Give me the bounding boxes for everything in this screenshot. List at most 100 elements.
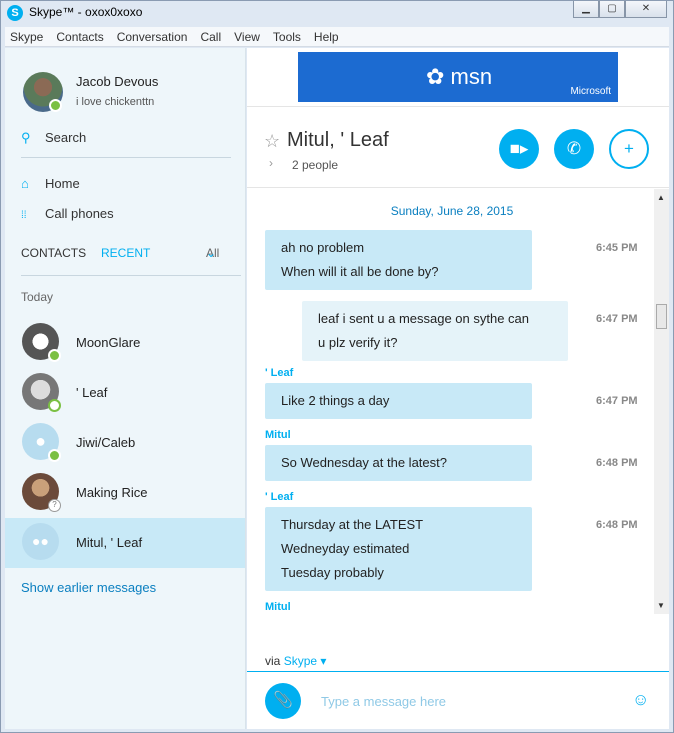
message-bubble[interactable]: Thursday at the LATEST Wedneyday estimat… <box>265 507 532 591</box>
msn-logo-text: msn <box>450 64 493 89</box>
participants-count[interactable]: 2 people <box>292 158 338 172</box>
attach-button[interactable]: 📎 <box>265 683 301 719</box>
message-text: u plz verify it? <box>318 335 398 350</box>
contact-item-making-rice[interactable]: ? Making Rice <box>5 468 245 518</box>
contact-name: ' Leaf <box>76 385 108 400</box>
menu-view[interactable]: View <box>234 30 260 44</box>
message-bubble-mine[interactable]: leaf i sent u a message on sythe can u p… <box>302 301 568 361</box>
smiley-icon: ☺ <box>632 690 650 709</box>
menu-contacts[interactable]: Contacts <box>56 30 103 44</box>
paperclip-icon: 📎 <box>273 692 293 709</box>
emoticon-button[interactable]: ☺ <box>632 690 649 710</box>
contact-tabs: CONTACTS RECENT All ⌄ <box>21 246 241 276</box>
status-online-icon <box>48 449 61 462</box>
menu-bar: Skype Contacts Conversation Call View To… <box>5 27 669 47</box>
add-person-icon: + <box>624 139 634 158</box>
menu-skype[interactable]: Skype <box>10 30 43 44</box>
nav-call-phones-label: Call phones <box>45 206 114 221</box>
search-icon: ⚲ <box>21 130 31 145</box>
via-service: Skype <box>283 654 318 668</box>
profile-name[interactable]: Jacob Devous <box>76 74 158 89</box>
message-sender: ' Leaf <box>265 491 294 503</box>
message-text: When will it all be done by? <box>281 264 439 279</box>
menu-help[interactable]: Help <box>314 30 339 44</box>
contact-item-mitul-leaf-group[interactable]: ●● Mitul, ' Leaf <box>5 518 245 568</box>
minimize-button[interactable]: ▁ <box>573 1 599 18</box>
message-time: 6:47 PM <box>596 395 638 407</box>
scroll-down-arrow-icon[interactable]: ▼ <box>657 601 665 610</box>
video-camera-icon: ■▸ <box>509 139 529 158</box>
profile-status-online-icon <box>49 99 62 112</box>
message-time: 6:48 PM <box>596 457 638 469</box>
add-people-button[interactable]: + <box>609 129 649 169</box>
menu-call[interactable]: Call <box>200 30 221 44</box>
nav-home[interactable]: ⌂ Home <box>21 176 80 191</box>
show-earlier-messages-link[interactable]: Show earlier messages <box>21 580 156 595</box>
left-panel: Jacob Devous i love chickenttn ⚲ Search … <box>5 48 246 729</box>
maximize-button[interactable]: ▢ <box>599 1 625 18</box>
msn-ad-banner[interactable]: ✿ msn Microsoft <box>298 52 618 102</box>
message-scrollbar[interactable]: ▲ ▼ <box>654 189 669 614</box>
message-text: leaf i sent u a message on sythe can <box>318 311 530 326</box>
home-icon: ⌂ <box>21 176 29 191</box>
message-bubble[interactable]: So Wednesday at the latest? <box>265 445 532 481</box>
menu-conversation[interactable]: Conversation <box>117 30 188 44</box>
menu-tools[interactable]: Tools <box>273 30 301 44</box>
tab-recent[interactable]: RECENT <box>101 246 150 260</box>
via-prefix: via <box>265 654 281 668</box>
chevron-down-icon: ⌄ <box>206 246 217 260</box>
contact-item-moonglare[interactable]: MoonGlare <box>5 318 245 368</box>
phone-icon: ✆ <box>566 139 582 158</box>
skype-window: S Skype™ - oxox0xoxo ▁ ▢ ✕ Skype Contact… <box>0 0 674 733</box>
contact-name: Mitul, ' Leaf <box>76 535 143 550</box>
message-bubble[interactable]: Like 2 things a day <box>265 383 532 419</box>
message-text: ah no problem <box>281 240 365 255</box>
conversation-header: ☆ Mitul, ' Leaf › 2 people ■▸ ✆ + <box>247 106 669 188</box>
message-list: Sunday, June 28, 2015 ah no problem When… <box>247 189 657 614</box>
message-text: So Wednesday at the latest? <box>281 455 447 470</box>
title-bar[interactable]: S Skype™ - oxox0xoxo ▁ ▢ ✕ <box>1 1 673 25</box>
window-title: Skype™ - oxox0xoxo <box>29 5 143 19</box>
message-bubble[interactable]: ah no problem When will it all be done b… <box>265 230 532 290</box>
chevron-right-icon[interactable]: › <box>269 156 273 170</box>
message-input[interactable] <box>321 690 621 712</box>
microsoft-brand: Microsoft <box>570 86 611 97</box>
compose-bar: 📎 ☺ <box>247 671 669 729</box>
status-offline-icon <box>48 399 61 412</box>
search-label: Search <box>45 130 87 145</box>
via-service-selector[interactable]: via Skype ▾ <box>265 654 326 668</box>
scroll-up-arrow-icon[interactable]: ▲ <box>657 193 665 202</box>
message-sender: Mitul <box>265 601 291 613</box>
nav-call-phones[interactable]: ⁞⁞ Call phones <box>21 206 114 221</box>
close-button[interactable]: ✕ <box>625 1 667 18</box>
scroll-thumb[interactable] <box>656 304 667 329</box>
star-favorite-icon[interactable]: ☆ <box>264 131 280 152</box>
conversation-title[interactable]: Mitul, ' Leaf <box>287 129 389 152</box>
audio-call-button[interactable]: ✆ <box>554 129 594 169</box>
message-text: Thursday at the LATEST <box>281 517 424 532</box>
message-time: 6:45 PM <box>596 242 638 254</box>
nav-home-label: Home <box>45 176 80 191</box>
window-controls: ▁ ▢ ✕ <box>573 1 667 19</box>
message-sender: Mitul <box>265 429 291 441</box>
tab-contacts[interactable]: CONTACTS <box>21 246 86 260</box>
dialpad-icon: ⁞⁞ <box>21 210 27 221</box>
status-online-icon <box>48 349 61 362</box>
contact-item-jiwi-caleb[interactable]: ● Jiwi/Caleb <box>5 418 245 468</box>
search-box[interactable]: ⚲ Search <box>21 128 231 158</box>
message-text: Like 2 things a day <box>281 393 390 408</box>
contact-name: MoonGlare <box>76 335 141 350</box>
date-separator: Sunday, June 28, 2015 <box>390 204 514 218</box>
section-today: Today <box>21 290 54 304</box>
contact-item-leaf[interactable]: ' Leaf <box>5 368 245 418</box>
status-unknown-icon: ? <box>48 499 61 512</box>
skype-logo-icon: S <box>7 5 23 21</box>
message-time: 6:47 PM <box>596 313 638 325</box>
profile-mood[interactable]: i love chickenttn <box>76 96 154 108</box>
video-call-button[interactable]: ■▸ <box>499 129 539 169</box>
msn-logo: ✿ msn <box>426 64 493 89</box>
group-avatar-icon: ●● <box>22 523 59 560</box>
message-text: Tuesday probably <box>281 565 384 580</box>
chevron-down-icon: ▾ <box>317 654 327 668</box>
message-sender: ' Leaf <box>265 367 294 379</box>
